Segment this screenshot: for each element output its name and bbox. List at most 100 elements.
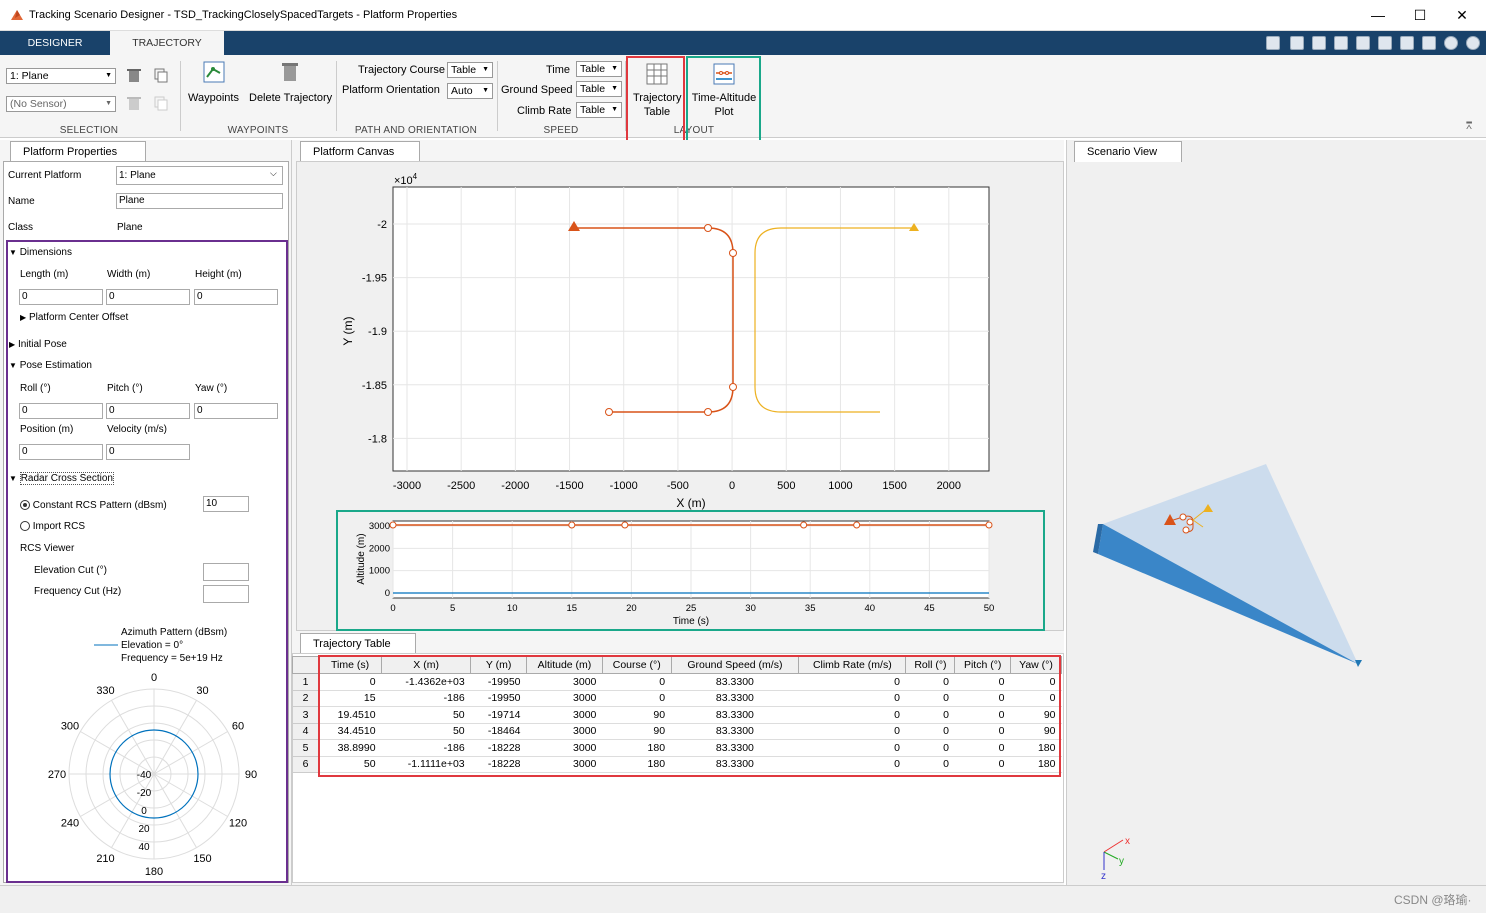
waypoint[interactable] [605, 408, 613, 416]
rcs-section[interactable]: ▼ Radar Cross Section [9, 472, 114, 485]
help-icon[interactable] [1444, 36, 1458, 50]
import-rcs-radio[interactable]: Import RCS [20, 521, 85, 532]
elevation-cut-input[interactable] [203, 563, 249, 581]
sensor-dropdown[interactable]: (No Sensor) [6, 96, 116, 112]
tab-platform-properties[interactable]: Platform Properties [10, 141, 146, 162]
options-icon[interactable] [1466, 36, 1480, 50]
length-input[interactable]: 0 [19, 289, 103, 305]
elevation-cut-label: Elevation Cut (°) [34, 565, 107, 576]
copy-sensor-icon[interactable] [153, 95, 169, 111]
pose-estimation-section[interactable]: ▼ Pose Estimation [9, 360, 92, 371]
polar-angle-label: 210 [96, 853, 114, 865]
tab-designer[interactable]: DESIGNER [0, 31, 110, 55]
axis-z-label: z [1101, 871, 1106, 882]
constant-rcs-radio[interactable]: Constant RCS Pattern (dBsm) [20, 500, 167, 511]
copy-platform-icon[interactable] [153, 67, 169, 83]
redo-icon[interactable] [1400, 36, 1414, 50]
legend-title: Azimuth Pattern (dBsm) [121, 627, 227, 638]
time-dropdown[interactable]: Table [576, 61, 622, 77]
climb-rate-dropdown[interactable]: Table [576, 102, 622, 118]
name-input[interactable]: Plane [116, 193, 283, 209]
width-input[interactable]: 0 [106, 289, 190, 305]
row-number-header [292, 656, 319, 674]
tab-platform-canvas[interactable]: Platform Canvas [300, 141, 420, 162]
save-icon[interactable] [1290, 36, 1304, 50]
pitch-input[interactable]: 0 [106, 403, 190, 419]
quick-access-icon[interactable] [1266, 36, 1280, 50]
height-label: Height (m) [195, 269, 242, 280]
waypoint[interactable] [704, 224, 712, 232]
frequency-cut-input[interactable] [203, 585, 249, 603]
delete-sensor-icon[interactable] [126, 95, 142, 111]
polar-radius-label: -40 [137, 770, 152, 781]
pose-estimation-label: Pose Estimation [19, 360, 92, 371]
axis-y-label: y [1119, 856, 1124, 867]
rcs-viewer-label: RCS Viewer [20, 543, 75, 554]
matlab-logo-icon [11, 10, 23, 20]
x-tick-labels: -3000 -2500 -2000 -1500 -1000 -500 0 500 1000 150… [393, 480, 961, 492]
xy-axes-box [392, 186, 990, 472]
delete-platform-icon[interactable] [126, 67, 142, 83]
collapse-ribbon-icon[interactable]: ⩞ [1466, 121, 1472, 132]
polar-angle-label: 120 [229, 818, 247, 830]
paste-icon[interactable] [1356, 36, 1370, 50]
platform-orientation-dropdown[interactable]: Auto [447, 83, 493, 99]
waypoint[interactable] [704, 408, 712, 416]
length-label: Length (m) [20, 269, 69, 280]
yaw-input[interactable]: 0 [194, 403, 278, 419]
position-label: Position (m) [20, 424, 74, 435]
y-axis-label: Y (m) [341, 316, 355, 345]
velocity-input[interactable]: 0 [106, 444, 190, 460]
y-tick-labels: -2 -1.95 -1.9 -1.85 -1.8 [362, 219, 387, 445]
chevron-down-icon: ⌵ [270, 168, 277, 178]
platform-dropdown[interactable]: 1: Plane [6, 68, 116, 84]
polar-angle-label: 90 [245, 769, 257, 781]
group-label-selection: SELECTION [59, 125, 119, 136]
waypoint-3d [1179, 513, 1187, 521]
constant-rcs-input[interactable]: 10 [203, 496, 249, 512]
x-tick-label: 500 [777, 480, 795, 492]
time-label: Time [546, 64, 571, 76]
current-platform-dropdown[interactable]: 1: Plane [116, 166, 283, 185]
center-offset-section[interactable]: ▶ Platform Center Offset [20, 312, 128, 323]
group-label-path: PATH AND ORIENTATION [354, 125, 478, 136]
y-exponent: ×104 [394, 172, 418, 187]
row-number: 4 [292, 722, 319, 740]
dimensions-section[interactable]: ▼ Dimensions [9, 247, 72, 258]
waypoint[interactable] [729, 249, 737, 257]
x-tick-label: -500 [667, 480, 689, 492]
delete-trajectory-icon[interactable] [279, 61, 301, 83]
maximize-button[interactable]: ☐ [1400, 4, 1440, 26]
initial-pose-section[interactable]: ▶ Initial Pose [9, 339, 67, 350]
waypoints-icon[interactable] [203, 61, 225, 83]
collapsed-triangle-icon: ▶ [9, 340, 16, 349]
legend-elevation: Elevation = 0° [121, 640, 183, 651]
x-tick-label: -1500 [555, 480, 583, 492]
waypoint[interactable] [729, 383, 737, 391]
polar-radius-label: 20 [138, 824, 150, 835]
layout-icon[interactable] [1422, 36, 1436, 50]
trajectory-course-dropdown[interactable]: Table [447, 62, 493, 78]
undo-icon[interactable] [1378, 36, 1392, 50]
minimize-button[interactable]: — [1358, 4, 1398, 26]
cut-icon[interactable] [1312, 36, 1326, 50]
expand-triangle-icon: ▼ [9, 248, 17, 257]
copy-icon[interactable] [1334, 36, 1348, 50]
delete-trajectory-button[interactable]: Delete Trajectory [249, 92, 332, 104]
tab-scenario-view[interactable]: Scenario View [1074, 141, 1182, 162]
tab-trajectory-table[interactable]: Trajectory Table [300, 633, 416, 654]
expand-triangle-icon: ▼ [9, 361, 17, 370]
radio-unselected-icon [20, 521, 30, 532]
y-tick-label: -2 [377, 219, 387, 231]
height-input[interactable]: 0 [194, 289, 278, 305]
status-bar [0, 885, 1486, 913]
roll-input[interactable]: 0 [19, 403, 103, 419]
position-input[interactable]: 0 [19, 444, 103, 460]
tab-trajectory[interactable]: TRAJECTORY [110, 31, 224, 55]
close-button[interactable]: ✕ [1442, 4, 1482, 26]
ribbon-separator [180, 61, 181, 131]
ground-speed-dropdown[interactable]: Table [576, 81, 622, 97]
waypoints-button[interactable]: Waypoints [188, 92, 239, 104]
y-tick-label: -1.95 [362, 273, 387, 285]
climb-rate-label: Climb Rate [517, 105, 572, 117]
